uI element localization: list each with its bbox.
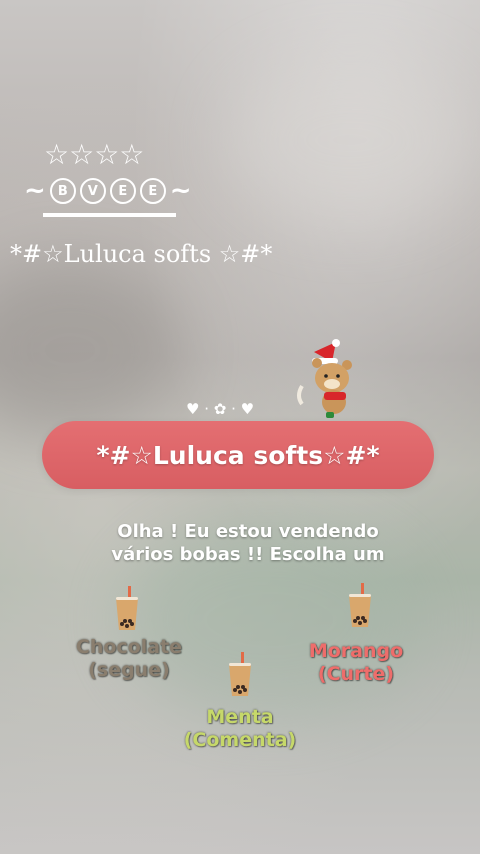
- letter-e2: E: [139, 178, 166, 204]
- option-morango-action: (Curte): [317, 663, 395, 685]
- tilde-left: ~: [24, 176, 46, 206]
- bubble-tea-icon: [116, 586, 138, 630]
- bubble-tea-icon: [229, 652, 251, 696]
- letter-e: E: [109, 178, 136, 204]
- bubble-tea-icon: [349, 583, 371, 627]
- option-chocolate-name: Chocolate: [75, 636, 183, 658]
- bear-sticker-icon: [297, 339, 352, 418]
- option-chocolate: Chocolate (segue): [62, 636, 196, 682]
- option-menta: Menta (Comenta): [178, 706, 302, 752]
- brand-pill-text: *#☆Luluca softs☆#*: [96, 440, 380, 470]
- message-line-1: Olha ! Eu estou vendendo: [117, 521, 379, 542]
- background-blur: [0, 260, 180, 440]
- option-morango: Morango (Curte): [300, 640, 412, 686]
- option-morango-name: Morango: [308, 640, 404, 662]
- brand-header: *#☆Luluca softs ☆#*: [10, 240, 273, 268]
- divider: [43, 213, 176, 217]
- bvee-badge: ~ B V E E ~: [24, 176, 192, 206]
- option-menta-name: Menta: [206, 706, 274, 728]
- stars-decoration: ☆☆☆☆: [44, 138, 145, 171]
- letter-v: V: [79, 178, 106, 204]
- option-menta-action: (Comenta): [183, 729, 297, 751]
- brand-pill: *#☆Luluca softs☆#*: [42, 421, 434, 489]
- tilde-right: ~: [169, 176, 192, 206]
- message-line-2: vários bobas !! Escolha um: [111, 544, 385, 565]
- letter-b: B: [49, 178, 76, 204]
- hearts-decoration: ♥ · ✿ · ♥: [186, 400, 255, 418]
- option-chocolate-action: (segue): [88, 659, 170, 681]
- message-text: Olha ! Eu estou vendendo vários bobas !!…: [90, 520, 406, 566]
- background-blur: [230, 60, 470, 220]
